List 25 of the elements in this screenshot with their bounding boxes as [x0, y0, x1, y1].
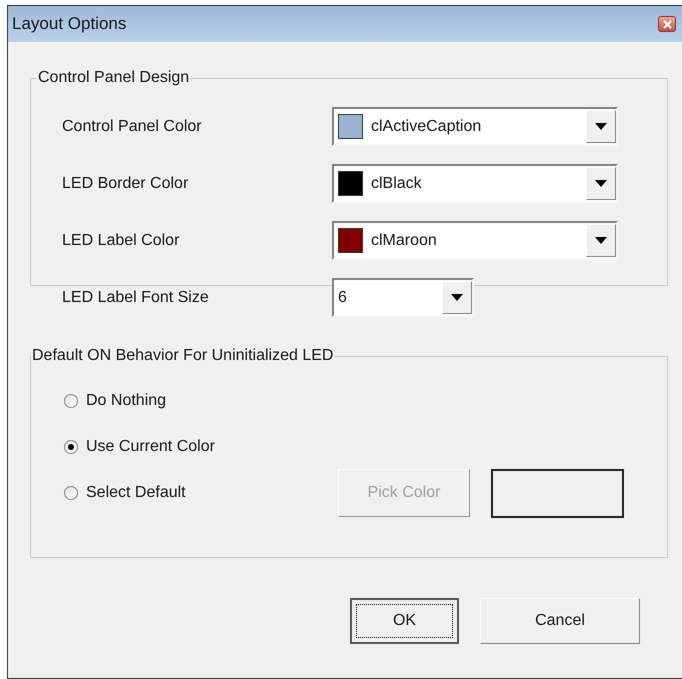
field-label: LED Label Font Size	[62, 288, 210, 308]
group-title: Default ON Behavior For Uninitialized LED	[31, 346, 334, 366]
dropdown[interactable]: clActiveCaption	[332, 107, 618, 146]
dropdown[interactable]: clBlack	[332, 164, 618, 203]
dialog-button[interactable]: OK	[350, 598, 459, 644]
radio-button[interactable]	[64, 394, 78, 408]
dropdown-value: clBlack	[371, 174, 422, 194]
close-icon	[662, 20, 672, 28]
radio-button[interactable]	[64, 440, 78, 454]
dropdown[interactable]: 6	[332, 278, 474, 317]
radio-label[interactable]: Select Default	[86, 481, 338, 505]
dialog-button[interactable]: Cancel	[480, 598, 640, 644]
group-title: Control Panel Design	[37, 68, 190, 88]
radio-label[interactable]: Use Current Color	[86, 435, 338, 459]
window-title: Layout Options	[12, 13, 126, 36]
radio-label[interactable]: Do Nothing	[86, 389, 338, 413]
close-button[interactable]	[658, 16, 676, 32]
field-label: LED Label Color	[62, 230, 180, 250]
dropdown-value: clActiveCaption	[371, 116, 482, 136]
radio-button[interactable]	[64, 486, 78, 500]
dropdown-value: clMaroon	[371, 230, 437, 250]
dropdown-value: 6	[338, 288, 347, 308]
dropdown[interactable]: clMaroon	[332, 221, 618, 260]
field-label: LED Border Color	[62, 174, 190, 194]
field-label: Control Panel Color	[62, 116, 203, 136]
